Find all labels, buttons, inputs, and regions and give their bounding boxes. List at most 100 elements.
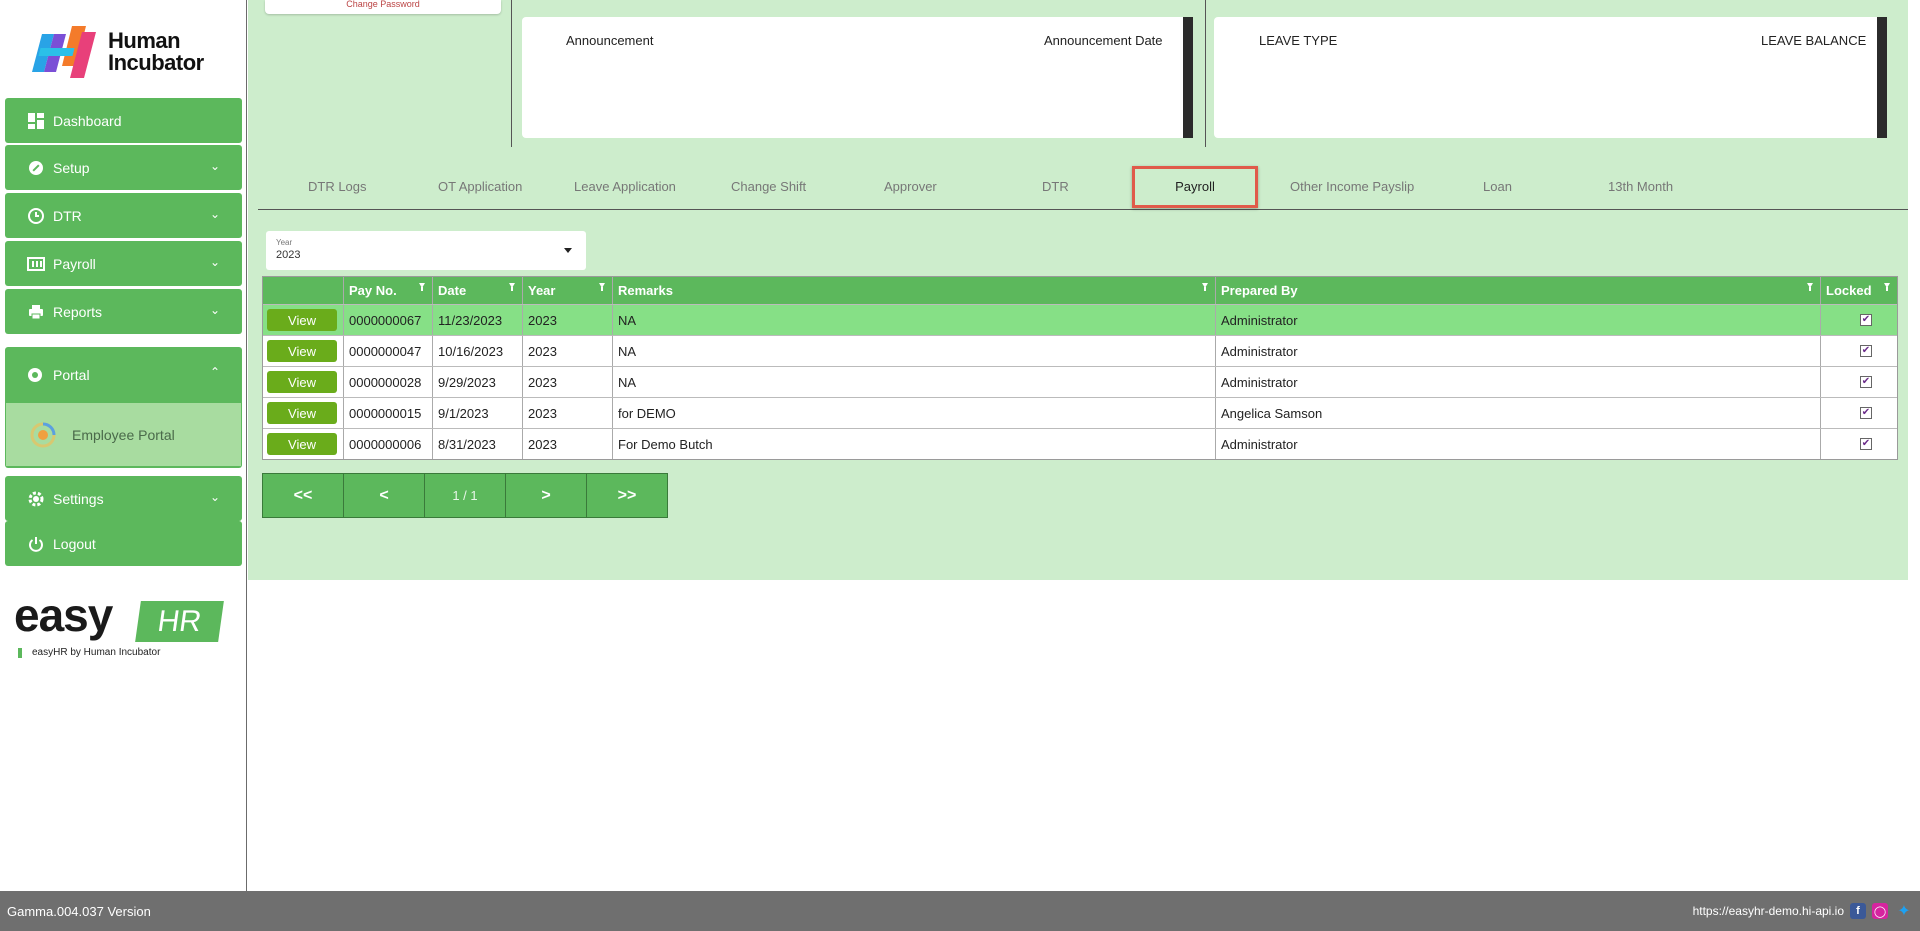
announcement-header: Announcement	[566, 33, 654, 48]
sidebar-item-label: Dashboard	[53, 112, 122, 129]
view-button[interactable]: View	[267, 371, 337, 393]
filter-icon[interactable]	[1202, 283, 1208, 291]
view-button[interactable]: View	[267, 340, 337, 362]
facebook-icon[interactable]: f	[1850, 903, 1866, 919]
tab-dtr-logs[interactable]: DTR Logs	[308, 179, 367, 194]
cell-date: 9/1/2023	[432, 398, 522, 428]
table-row[interactable]: View 0000000015 9/1/2023 2023 for DEMO Angeli…	[263, 397, 1897, 428]
view-button[interactable]: View	[267, 309, 337, 331]
sidebar-item-portal[interactable]: Portal ⌃	[5, 347, 242, 402]
locked-checkbox[interactable]: ✔	[1860, 345, 1872, 357]
logo-text: Human Incubator	[108, 28, 204, 75]
cell-locked: ✔	[1820, 429, 1897, 459]
sidebar-item-label: Setup	[53, 159, 90, 176]
sidebar-item-employee-portal[interactable]: Employee Portal	[6, 403, 241, 466]
instagram-icon[interactable]: ◯	[1872, 903, 1888, 919]
sidebar-item-setup[interactable]: Setup ⌄	[5, 145, 242, 190]
view-button[interactable]: View	[267, 433, 337, 455]
twitter-icon[interactable]: ✦	[1896, 903, 1912, 920]
cell-date: 11/23/2023	[432, 305, 522, 335]
sidebar-item-label: Portal	[53, 366, 90, 383]
caret-down-icon	[564, 248, 572, 253]
tab-13th-month[interactable]: 13th Month	[1608, 179, 1673, 194]
cell-prepared-by: Administrator	[1215, 367, 1820, 397]
sidebar-item-dashboard[interactable]: Dashboard	[5, 98, 242, 143]
tab-change-shift[interactable]: Change Shift	[731, 179, 806, 194]
next-page-button[interactable]: >	[506, 474, 587, 517]
view-cell: View	[263, 398, 343, 428]
header-label: Prepared By	[1221, 283, 1298, 298]
cell-date: 10/16/2023	[432, 336, 522, 366]
tab-leave-application[interactable]: Leave Application	[574, 179, 676, 194]
cell-remarks: NA	[612, 305, 1215, 335]
portal-tabs: DTR Logs OT Application Leave Applicatio…	[258, 165, 1908, 210]
view-button[interactable]: View	[267, 402, 337, 424]
table-row[interactable]: View 0000000006 8/31/2023 2023 For Demo Butc…	[263, 428, 1897, 459]
header-label: Remarks	[618, 283, 673, 298]
tab-dtr[interactable]: DTR	[1042, 179, 1069, 194]
header-date[interactable]: Date	[432, 277, 522, 304]
cell-year: 2023	[522, 398, 612, 428]
chevron-down-icon: ⌄	[209, 490, 220, 504]
chevron-down-icon: ⌄	[209, 255, 220, 269]
tab-ot-application[interactable]: OT Application	[438, 179, 522, 194]
page-edge	[1908, 0, 1920, 891]
human-incubator-logo[interactable]: Human Incubator	[32, 24, 217, 80]
header-pay-no[interactable]: Pay No.	[343, 277, 432, 304]
sidebar-item-label: Payroll	[53, 255, 96, 272]
scrollbar[interactable]	[1877, 17, 1887, 138]
cell-pay-no: 0000000006	[343, 429, 432, 459]
chevron-down-icon: ⌄	[209, 303, 220, 317]
change-password-link[interactable]: Change Password	[265, 0, 501, 14]
locked-checkbox[interactable]: ✔	[1860, 314, 1872, 326]
header-year[interactable]: Year	[522, 277, 612, 304]
prev-page-button[interactable]: <	[344, 474, 425, 517]
table-row[interactable]: View 0000000067 11/23/2023 2023 NA Administra…	[263, 304, 1897, 335]
filter-icon[interactable]	[1884, 283, 1890, 291]
filter-icon[interactable]	[1807, 283, 1813, 291]
tab-loan[interactable]: Loan	[1483, 179, 1512, 194]
header-remarks[interactable]: Remarks	[612, 277, 1215, 304]
tab-other-income-payslip[interactable]: Other Income Payslip	[1290, 179, 1414, 194]
sidebar-item-dtr[interactable]: DTR ⌄	[5, 193, 242, 238]
divider	[511, 0, 512, 147]
header-locked[interactable]: Locked	[1820, 277, 1897, 304]
tab-payroll[interactable]: Payroll	[1132, 166, 1258, 208]
main-content: Change Password Announcement Announcemen…	[248, 0, 1920, 580]
filter-icon[interactable]	[509, 283, 515, 291]
chevron-down-icon: ⌄	[209, 159, 220, 173]
page-indicator: 1 / 1	[425, 474, 506, 517]
printer-icon	[27, 303, 45, 321]
sidebar-item-logout[interactable]: Logout	[5, 521, 242, 566]
clock-icon	[27, 207, 45, 225]
sidebar-item-payroll[interactable]: Payroll ⌄	[5, 241, 242, 286]
sidebar-item-reports[interactable]: Reports ⌄	[5, 289, 242, 334]
aperture-icon	[27, 366, 45, 384]
cell-remarks: NA	[612, 367, 1215, 397]
locked-checkbox[interactable]: ✔	[1860, 407, 1872, 419]
cell-locked: ✔	[1820, 398, 1897, 428]
footer-url[interactable]: https://easyhr-demo.hi-api.io	[1693, 904, 1844, 918]
payroll-icon	[27, 255, 45, 273]
last-page-button[interactable]: >>	[587, 474, 667, 517]
divider	[1205, 0, 1206, 147]
table-row[interactable]: View 0000000047 10/16/2023 2023 NA Administra…	[263, 335, 1897, 366]
locked-checkbox[interactable]: ✔	[1860, 438, 1872, 450]
sidebar-item-settings[interactable]: Settings ⌄	[5, 476, 242, 521]
first-page-button[interactable]: <<	[263, 474, 344, 517]
locked-checkbox[interactable]: ✔	[1860, 376, 1872, 388]
cell-remarks: for DEMO	[612, 398, 1215, 428]
scrollbar[interactable]	[1183, 17, 1193, 138]
payroll-table: Pay No. Date Year Remarks Prepared By Lo…	[262, 276, 1898, 460]
header-prepared-by[interactable]: Prepared By	[1215, 277, 1820, 304]
chevron-up-icon: ⌃	[209, 365, 220, 379]
tab-approver[interactable]: Approver	[884, 179, 937, 194]
table-row[interactable]: View 0000000028 9/29/2023 2023 NA Administrat…	[263, 366, 1897, 397]
cell-remarks: NA	[612, 336, 1215, 366]
cell-pay-no: 0000000047	[343, 336, 432, 366]
sidebar: Human Incubator Dashboard Setup ⌄ DTR ⌄ …	[0, 0, 247, 891]
filter-icon[interactable]	[419, 283, 425, 291]
leave-balance-header: LEAVE BALANCE	[1761, 33, 1867, 48]
year-select[interactable]: Year 2023	[266, 231, 586, 270]
filter-icon[interactable]	[599, 283, 605, 291]
